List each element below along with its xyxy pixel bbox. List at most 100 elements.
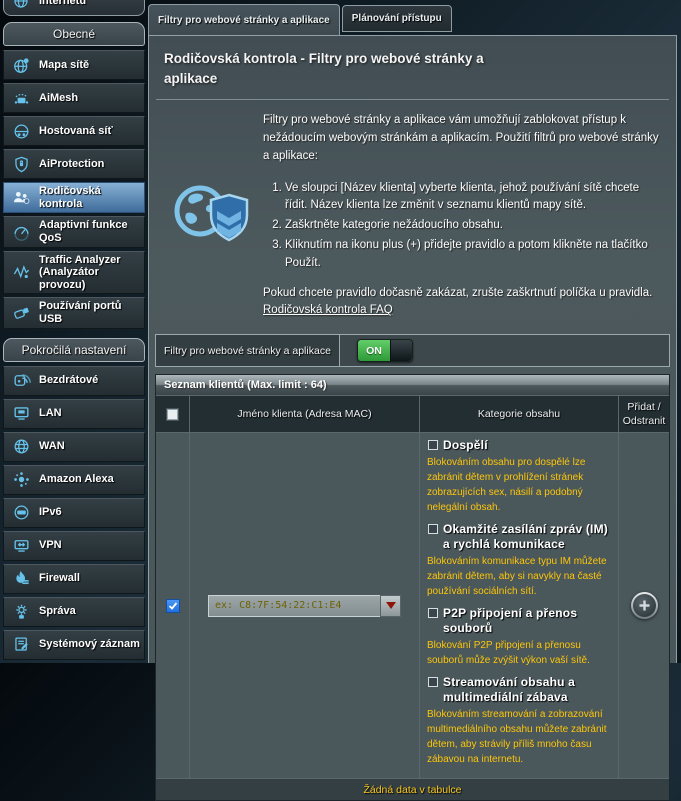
sidebar-item-amazon-alexa[interactable]: Amazon Alexa	[3, 465, 145, 495]
sidebar-item-label: Mapa sítě	[39, 59, 89, 72]
category-p2p-checkbox[interactable]	[428, 608, 438, 618]
sidebar-item-label: Používání portů USB	[39, 300, 140, 325]
sidebar-item-aiprotection[interactable]: AiProtection	[3, 149, 145, 179]
internet-icon	[8, 0, 34, 10]
traffic-analyzer-icon	[8, 263, 34, 282]
sidebar-item-label: Hostovaná síť	[39, 125, 113, 138]
sidebar-item-internet[interactable]: Internetu	[3, 0, 145, 16]
main-content: Filtry pro webové stránky a aplikace Plá…	[148, 0, 677, 663]
globe-shield-icon	[159, 112, 263, 320]
add-delete-cell	[619, 433, 669, 779]
step-2: Zaškrtněte kategorie nežádoucího obsahu.	[285, 217, 662, 235]
select-all-checkbox[interactable]	[166, 408, 179, 421]
sidebar-item-label: Systémový záznam	[39, 638, 140, 651]
table-header-row: Jméno klienta (Adresa MAC) Kategorie obs…	[156, 395, 669, 433]
steps-list: Ve sloupci [Název klienta] vyberte klien…	[263, 180, 662, 273]
tab-time-scheduling[interactable]: Plánování přístupu	[342, 5, 452, 32]
sidebar-section-general: Obecné	[3, 22, 145, 46]
sidebar-item-label: Traffic Analyzer (Analyzátor provozu)	[39, 254, 140, 292]
toggle-knob[interactable]	[390, 340, 412, 361]
row-checkbox[interactable]	[166, 599, 180, 613]
content-category-cell: Dospělí Blokováním obsahu pro dospělé lz…	[420, 433, 619, 779]
page-title: Rodičovská kontrola - Filtry pro webové …	[149, 36, 540, 97]
vpn-icon	[8, 536, 34, 555]
admin-gear-icon	[8, 602, 34, 621]
sidebar-item-parental-controls[interactable]: Rodičovská kontrola	[3, 182, 145, 213]
chevron-down-icon	[386, 602, 396, 609]
category-adult-checkbox[interactable]	[428, 440, 438, 450]
header-content-category: Kategorie obsahu	[420, 395, 619, 433]
intro-paragraph: Filtry pro webové stránky a aplikace vám…	[263, 112, 662, 165]
mac-address-input[interactable]	[208, 595, 380, 617]
sidebar-section-advanced: Pokročilá nastavení	[3, 338, 145, 362]
row-select-cell	[156, 433, 190, 779]
sidebar-item-qos[interactable]: Adaptivní funkce QoS	[3, 216, 145, 247]
system-log-icon	[8, 635, 34, 654]
sidebar-item-administration[interactable]: Správa	[3, 597, 145, 627]
header-select-cell	[156, 395, 190, 433]
tab-bar: Filtry pro webové stránky a aplikace Plá…	[148, 4, 452, 35]
sidebar-item-label: WAN	[39, 440, 65, 453]
sidebar-item-system-log[interactable]: Systémový záznam	[3, 630, 145, 660]
header-client-name: Jméno klienta (Adresa MAC)	[190, 395, 420, 433]
gauge-icon	[8, 222, 34, 241]
sidebar-item-usb[interactable]: Používání portů USB	[3, 297, 145, 328]
sidebar-item-label: AiMesh	[39, 92, 78, 105]
category-streaming: Streamování obsahu a multimediální zábav…	[427, 675, 610, 767]
header-add-delete: Přidat / Odstranit	[619, 395, 669, 433]
ipv6-icon	[8, 503, 34, 522]
sidebar-item-wan[interactable]: WAN	[3, 432, 145, 462]
usb-icon	[8, 304, 34, 323]
sidebar-item-network-map[interactable]: Mapa sítě	[3, 50, 145, 80]
alexa-icon	[8, 470, 34, 489]
client-dropdown-button[interactable]	[380, 595, 401, 617]
sidebar-item-label: Internetu	[39, 0, 86, 7]
toggle-on-label: ON	[358, 340, 390, 361]
sidebar-item-label: VPN	[39, 539, 62, 552]
sidebar-item-traffic-analyzer[interactable]: Traffic Analyzer (Analyzátor provozu)	[3, 251, 145, 295]
sidebar-item-ipv6[interactable]: IPv6	[3, 498, 145, 528]
category-p2p: P2P připojení a přenos souborů Blokování…	[427, 606, 610, 668]
category-streaming-checkbox[interactable]	[428, 677, 438, 687]
sidebar-item-label: AiProtection	[39, 158, 104, 171]
table-empty-message: Žádná data v tabulce	[156, 779, 669, 800]
mac-address-combo	[208, 595, 401, 617]
sidebar-item-label: Bezdrátové	[39, 374, 98, 387]
enable-filter-label: Filtry pro webové stránky a aplikace	[156, 335, 340, 366]
wan-icon	[8, 437, 34, 456]
sidebar-item-wireless[interactable]: Bezdrátové	[3, 366, 145, 396]
sidebar-item-aimesh[interactable]: AiMesh	[3, 83, 145, 113]
step-1: Ve sloupci [Název klienta] vyberte klien…	[285, 180, 662, 216]
sidebar-item-label: Firewall	[39, 572, 80, 585]
category-adult: Dospělí Blokováním obsahu pro dospělé lz…	[427, 438, 610, 515]
sidebar-item-lan[interactable]: LAN	[3, 399, 145, 429]
content-panel: Rodičovská kontrola - Filtry pro webové …	[148, 35, 677, 663]
sidebar-item-label: Rodičovská kontrola	[39, 185, 140, 210]
sidebar-item-label: Správa	[39, 605, 76, 618]
add-rule-button[interactable]	[631, 592, 658, 619]
step-3: Kliknutím na ikonu plus (+) přidejte pra…	[285, 237, 662, 273]
wireless-icon	[8, 371, 34, 390]
sidebar: Internetu Obecné Mapa sítě AiMesh Hostov…	[3, 0, 145, 663]
tab-web-apps-filters[interactable]: Filtry pro webové stránky a aplikace	[148, 4, 340, 35]
client-name-cell	[190, 433, 420, 779]
category-im: Okamžité zasílání zpráv (IM) a rychlá ko…	[427, 522, 610, 599]
guest-network-icon	[8, 122, 34, 141]
client-list-table: Seznam klientů (Max. limit : 64) Jméno k…	[155, 374, 670, 801]
shield-lock-icon	[8, 155, 34, 174]
lan-icon	[8, 404, 34, 423]
sidebar-item-label: IPv6	[39, 506, 62, 519]
firewall-icon	[8, 569, 34, 588]
network-map-icon	[8, 56, 34, 75]
sidebar-item-label: LAN	[39, 407, 62, 420]
enable-filter-row: Filtry pro webové stránky a aplikace ON	[155, 334, 670, 367]
sidebar-item-firewall[interactable]: Firewall	[3, 564, 145, 594]
parental-control-faq-link[interactable]: Rodičovská kontrola FAQ	[263, 304, 393, 316]
table-row: Dospělí Blokováním obsahu pro dospělé lz…	[156, 433, 669, 779]
enable-filter-toggle[interactable]: ON	[357, 339, 413, 362]
sidebar-item-vpn[interactable]: VPN	[3, 531, 145, 561]
sidebar-item-guest-network[interactable]: Hostovaná síť	[3, 116, 145, 146]
category-im-checkbox[interactable]	[428, 524, 438, 534]
table-title: Seznam klientů (Max. limit : 64)	[156, 375, 669, 395]
description-text: Filtry pro webové stránky a aplikace vám…	[263, 112, 662, 320]
